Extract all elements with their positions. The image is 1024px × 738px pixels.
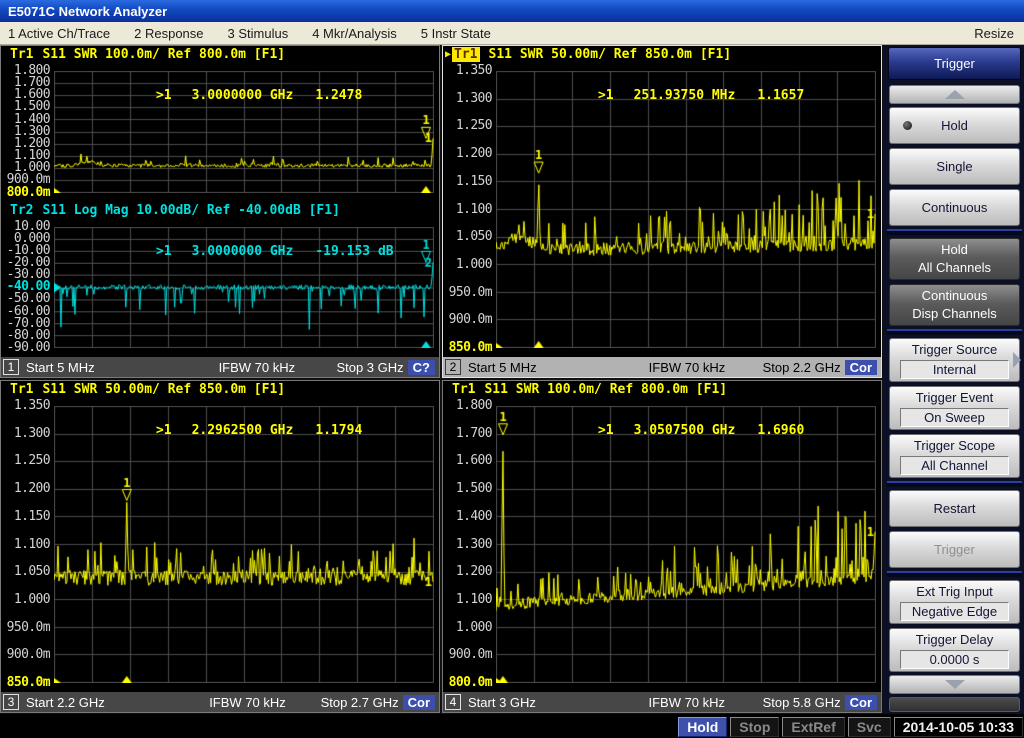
menu-response[interactable]: 2 Response — [134, 26, 203, 41]
softkey-separator — [887, 229, 1022, 235]
calibration-badge: Cor — [845, 360, 877, 375]
softkey-trigger-event[interactable]: Trigger EventOn Sweep — [889, 386, 1020, 430]
calibration-badge: Cor — [403, 695, 435, 710]
stop-frequency: Stop 2.7 GHz — [321, 695, 399, 710]
channel-status-bar-2[interactable]: 2 Start 5 MHz IFBW 70 kHz Stop 2.2 GHz C… — [443, 357, 881, 377]
stop-frequency: Stop 5.8 GHz — [763, 695, 841, 710]
channel-window-2: ▶Tr1S11 SWR 50.00m/ Ref 850.0m [F1] 1.35… — [442, 45, 882, 378]
softkey-continuous-disp-channels[interactable]: ContinuousDisp Channels — [889, 284, 1020, 326]
softkey-scroll-up-button[interactable] — [889, 85, 1020, 104]
menu-active-ch-trace[interactable]: 1 Active Ch/Trace — [8, 26, 110, 41]
plot-ch3-tr1: 1.3501.3001.2501.2001.1501.1001.0501.000… — [1, 398, 439, 692]
softkey-continuous[interactable]: Continuous — [889, 189, 1020, 226]
menu-bar: 1 Active Ch/Trace 2 Response 3 Stimulus … — [0, 22, 1024, 45]
start-frequency: Start 2.2 GHz — [26, 695, 174, 710]
status-svc-indicator: Svc — [848, 717, 891, 737]
marker-readout: >13.0000000 GHz1.2478 — [62, 73, 362, 118]
radio-selected-icon — [903, 121, 912, 130]
y-axis-labels: 1.8001.7001.6001.5001.4001.3001.2001.100… — [443, 406, 496, 683]
marker-readout: >13.0507500 GHz1.6960 — [504, 408, 804, 453]
scroll-up-icon — [945, 90, 965, 99]
softkey-separator — [887, 571, 1022, 577]
softkey-trigger-disabled: Trigger — [889, 531, 1020, 568]
menu-resize[interactable]: Resize — [974, 26, 1014, 41]
channel-window-4: ▶Tr1S11 SWR 100.0m/ Ref 800.0m [F1] 1.80… — [442, 380, 882, 713]
plot-ch1-tr2: 10.000.000-10.00-20.00-30.00-40.00-50.00… — [1, 219, 439, 358]
y-axis-labels: 10.000.000-10.00-20.00-30.00-40.00-50.00… — [1, 227, 54, 349]
marker-readout: >13.0000000 GHz-19.153 dB — [62, 229, 394, 274]
channel-status-bar-1[interactable]: 1 Start 5 MHz IFBW 70 kHz Stop 3 GHz C? — [1, 357, 439, 377]
channel-window-1: ▶Tr1S11 SWR 100.0m/ Ref 800.0m [F1] 1.80… — [0, 45, 440, 378]
window-title: E5071C Network Analyzer — [8, 4, 167, 19]
plot-ch1-tr1: 1.8001.7001.6001.5001.4001.3001.2001.100… — [1, 63, 439, 202]
stop-frequency: Stop 2.2 GHz — [763, 360, 841, 375]
y-axis-labels: 1.3501.3001.2501.2001.1501.1001.0501.000… — [443, 71, 496, 348]
softkey-trigger-delay[interactable]: Trigger Delay0.0000 s — [889, 628, 1020, 672]
active-trace-arrow-icon: ▶ — [445, 49, 451, 60]
softkey-restart[interactable]: Restart — [889, 490, 1020, 527]
channel-grid: ▶Tr1S11 SWR 100.0m/ Ref 800.0m [F1] 1.80… — [0, 45, 883, 714]
channel-number: 2 — [445, 359, 461, 375]
plot-ch2-tr1: 1.3501.3001.2501.2001.1501.1001.0501.000… — [443, 63, 881, 357]
channel-number: 3 — [3, 694, 19, 710]
trace-header-ch1-tr1[interactable]: ▶Tr1S11 SWR 100.0m/ Ref 800.0m [F1] — [1, 46, 439, 63]
status-datetime: 2014-10-05 10:33 — [894, 717, 1023, 737]
softkey-empty-area — [889, 697, 1020, 712]
channel-status-bar-4[interactable]: 4 Start 3 GHz IFBW 70 kHz Stop 5.8 GHz C… — [443, 692, 881, 712]
ifbw-value: IFBW 70 kHz — [611, 695, 763, 710]
marker-readout: >12.2962500 GHz1.1794 — [62, 408, 362, 453]
channel-number: 4 — [445, 694, 461, 710]
ifbw-value: IFBW 70 kHz — [177, 360, 336, 375]
menu-stimulus[interactable]: 3 Stimulus — [228, 26, 289, 41]
softkey-separator — [887, 481, 1022, 487]
softkey-separator — [887, 329, 1022, 335]
softkey-hold[interactable]: Hold — [889, 107, 1020, 144]
status-hold-indicator: Hold — [678, 717, 727, 737]
y-axis-labels: 1.3501.3001.2501.2001.1501.1001.0501.000… — [1, 406, 54, 683]
channel-number: 1 — [3, 359, 19, 375]
softkey-ext-trig-input[interactable]: Ext Trig InputNegative Edge — [889, 580, 1020, 624]
start-frequency: Start 5 MHz — [26, 360, 177, 375]
channel-window-3: ▶Tr1S11 SWR 50.00m/ Ref 850.0m [F1] 1.35… — [0, 380, 440, 713]
trace-header-ch3-tr1[interactable]: ▶Tr1S11 SWR 50.00m/ Ref 850.0m [F1] — [1, 381, 439, 398]
softkey-scroll-down-button[interactable] — [889, 675, 1020, 694]
status-extref-indicator: ExtRef — [782, 717, 844, 737]
menu-mkr-analysis[interactable]: 4 Mkr/Analysis — [312, 26, 397, 41]
y-axis-labels: 1.8001.7001.6001.5001.4001.3001.2001.100… — [1, 71, 54, 193]
trace-header-ch1-tr2[interactable]: ▶Tr2S11 Log Mag 10.00dB/ Ref -40.00dB [F… — [1, 202, 439, 219]
menu-instr-state[interactable]: 5 Instr State — [421, 26, 491, 41]
plot-ch4-tr1: 1.8001.7001.6001.5001.4001.3001.2001.100… — [443, 398, 881, 692]
status-stop-indicator: Stop — [730, 717, 779, 737]
softkey-menu: Trigger Hold Single Continuous HoldAll C… — [883, 45, 1024, 714]
trace-header-ch2-tr1[interactable]: ▶Tr1S11 SWR 50.00m/ Ref 850.0m [F1] — [443, 46, 881, 63]
submenu-arrow-icon — [1013, 352, 1021, 368]
channel-status-bar-3[interactable]: 3 Start 2.2 GHz IFBW 70 kHz Stop 2.7 GHz… — [1, 692, 439, 712]
softkey-hold-all-channels[interactable]: HoldAll Channels — [889, 238, 1020, 280]
instrument-status-bar: Hold Stop ExtRef Svc 2014-10-05 10:33 — [0, 716, 1024, 738]
start-frequency: Start 5 MHz — [468, 360, 611, 375]
window-title-bar: E5071C Network Analyzer — [0, 0, 1024, 22]
calibration-badge: C? — [408, 360, 435, 375]
trace-header-ch4-tr1[interactable]: ▶Tr1S11 SWR 100.0m/ Ref 800.0m [F1] — [443, 381, 881, 398]
ifbw-value: IFBW 70 kHz — [174, 695, 320, 710]
scroll-down-icon — [945, 680, 965, 689]
softkey-trigger-source[interactable]: Trigger SourceInternal — [889, 338, 1020, 382]
start-frequency: Start 3 GHz — [468, 695, 611, 710]
softkey-menu-title: Trigger — [888, 47, 1021, 80]
softkey-trigger-scope[interactable]: Trigger ScopeAll Channel — [889, 434, 1020, 478]
stop-frequency: Stop 3 GHz — [336, 360, 403, 375]
marker-readout: >1251.93750 MHz1.1657 — [504, 73, 804, 118]
ifbw-value: IFBW 70 kHz — [611, 360, 762, 375]
softkey-single[interactable]: Single — [889, 148, 1020, 185]
calibration-badge: Cor — [845, 695, 877, 710]
